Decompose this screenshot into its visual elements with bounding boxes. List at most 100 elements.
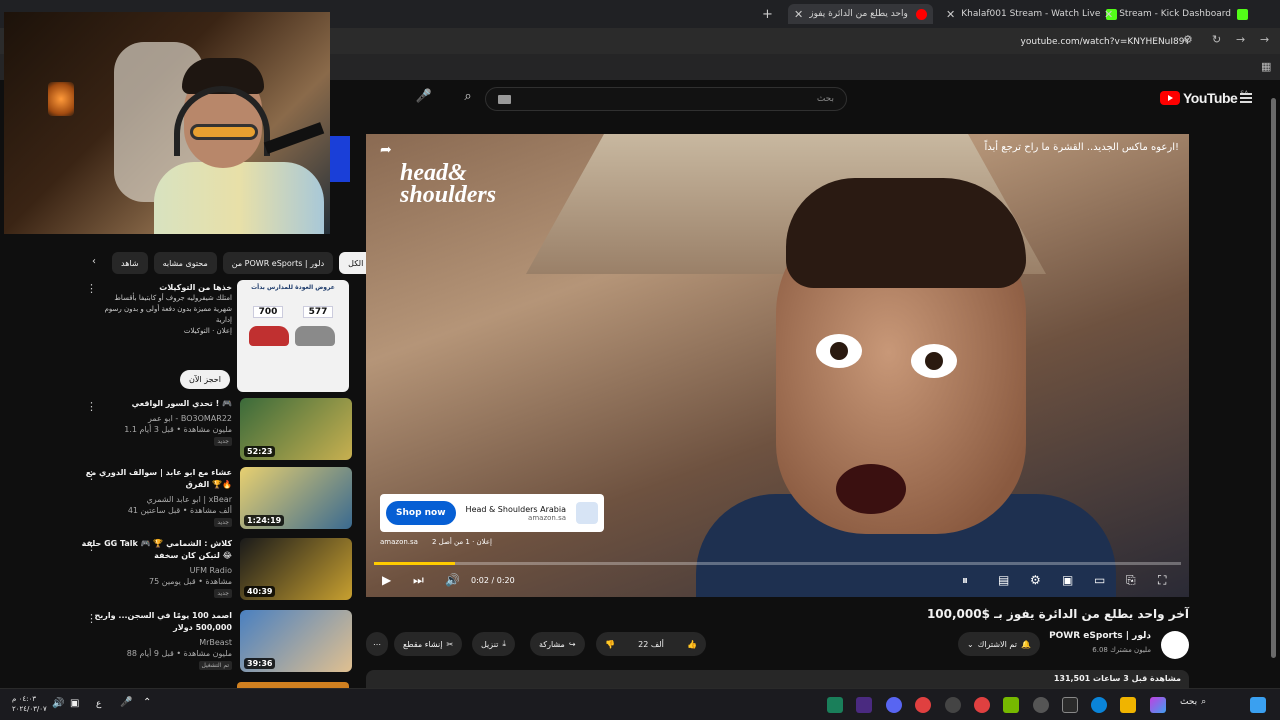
list-item[interactable]: 39:36 اصمد 100 يومًا في السجن... واربح 5… [80, 610, 352, 672]
ad-meta: خذها من التوكيلات امتلك شيفروليه جروف أو… [104, 283, 232, 335]
discord-icon[interactable] [886, 697, 902, 713]
tab-kick-dashboard[interactable]: ✕ Stream - Kick Dashboard [1104, 4, 1231, 24]
video-thumbnail[interactable]: 39:36 [240, 610, 352, 672]
ad-info-line: amazon.sa إعلان · 1 من أصل 2 [380, 538, 492, 546]
ad-progress-bar[interactable] [374, 562, 1181, 565]
close-icon[interactable]: ✕ [946, 8, 955, 21]
actor-hair [786, 178, 1026, 288]
excel-icon[interactable] [827, 697, 843, 713]
miniplayer-icon[interactable]: ▣ [1062, 573, 1073, 587]
close-icon[interactable]: ✕ [794, 8, 803, 21]
more-actions-button[interactable]: ⋯ [366, 632, 388, 656]
search-input[interactable]: بحث [485, 87, 847, 111]
search-icon: ⌕ [1201, 697, 1207, 707]
ad-caption: ارعوه ماكس الجديد.. القشرة ما راح ترجع أ… [984, 142, 1180, 153]
video-title: آخر واحد يطلع من الدائرة يفوز بـ $100,00… [926, 607, 1189, 621]
tab-youtube[interactable]: ✕ آخر واحد يطلع من الدائرة يفوز [788, 4, 933, 24]
glasses [190, 124, 258, 140]
chrome-icon[interactable] [915, 697, 931, 713]
network-icon[interactable]: ▣ [70, 698, 79, 709]
channel-name[interactable]: POWR eSports | دلور [1049, 631, 1151, 641]
volume-icon[interactable]: 🔊 [52, 698, 64, 709]
share-button[interactable]: مشاركة ↪ [530, 632, 585, 656]
youtube-favicon-icon [916, 8, 927, 20]
chrome-icon[interactable] [974, 697, 990, 713]
ad-domain-link[interactable]: amazon.sa [380, 538, 418, 546]
sidebar-ad[interactable]: ⋮ خذها من التوكيلات امتلك شيفروليه جروف … [80, 280, 352, 392]
car-image [249, 326, 289, 346]
windows-start-icon[interactable] [1250, 697, 1266, 713]
subtitles-icon[interactable]: ▤ [998, 573, 1009, 587]
more-options-icon[interactable]: ⋮ [86, 400, 97, 413]
autoplay-toggle-icon[interactable]: ⏸ [962, 573, 968, 588]
voice-search-icon[interactable]: 🎤 [415, 89, 433, 107]
search-icon[interactable]: ⌕ [458, 89, 478, 109]
page-scrollbar[interactable] [1271, 90, 1277, 680]
shop-now-button[interactable]: Shop now [386, 501, 456, 525]
store-icon[interactable] [1062, 697, 1078, 713]
nvidia-icon[interactable] [1003, 697, 1019, 713]
clock[interactable]: ٠٤:٠٣ م ٢٠٢٤/٠٣/٠٧ [12, 694, 47, 714]
more-options-icon[interactable]: ⋮ [86, 469, 97, 482]
close-icon[interactable]: ✕ [1104, 8, 1113, 21]
tab-kick-stream[interactable]: ✕ Khalaf001 Stream - Watch Live [946, 4, 1118, 24]
ad-thumbnail[interactable]: عروض العودة للمدارس بدأت 700 577 [237, 280, 349, 392]
microphone-icon[interactable]: 🎤 [120, 697, 132, 708]
clip-button[interactable]: إنشاء مقطع ✂ [394, 632, 463, 656]
taskbar-search[interactable]: بحث ⌕ [1180, 697, 1206, 707]
more-options-icon[interactable]: ⋮ [86, 612, 97, 625]
chevron-left-icon[interactable]: ‹ [92, 256, 96, 267]
actor-mouth [836, 464, 906, 514]
like-dislike-button[interactable]: 👎 22 ألف 👍 [596, 632, 706, 656]
back-icon[interactable]: → [1260, 33, 1269, 46]
video-player[interactable]: head& shoulders ارعوه ماكس الجديد.. القش… [366, 134, 1189, 597]
video-thumbnail[interactable]: 52:23 [240, 398, 352, 460]
chevron-up-icon[interactable]: ⌃ [143, 697, 151, 708]
new-tab-button[interactable]: + [762, 4, 773, 24]
list-item[interactable]: 40:39 حلقة GG Talk 🎮 🏆 كلاش : الشمامي لت… [80, 538, 352, 600]
channel-avatar[interactable] [1161, 631, 1189, 659]
streamer-shirt [154, 162, 324, 234]
next-icon[interactable]: ⏭ [413, 573, 424, 588]
fullscreen-icon[interactable]: ⛶ [1158, 573, 1166, 588]
cast-icon[interactable]: ⎘ [1126, 573, 1136, 588]
apps-grid-icon[interactable]: ▦ [1261, 60, 1271, 73]
more-options-icon[interactable]: ⋮ [86, 540, 97, 553]
reload-icon[interactable]: ↻ [1212, 33, 1221, 46]
copilot-icon[interactable] [1150, 697, 1166, 713]
description-box[interactable]: 131,501 مشاهدة قبل 3 ساعات [366, 670, 1189, 690]
next-app-icon[interactable] [856, 697, 872, 713]
subscriber-count: 6.08 مليون مشترك [1092, 646, 1151, 654]
language-indicator[interactable]: ع [96, 699, 101, 709]
play-icon[interactable]: ▶ [382, 573, 391, 587]
list-item[interactable]: 1:24:19 عشاء مع ابو عابد | سوالف الدوري … [80, 467, 352, 529]
chip-channel[interactable]: من POWR eSports | دلور [222, 252, 334, 274]
share-arrow-icon[interactable]: ➦ [380, 142, 392, 158]
obs-icon[interactable] [945, 697, 961, 713]
more-options-icon[interactable]: ⋮ [86, 282, 97, 295]
youtube-logo[interactable]: YouTube SA [1160, 90, 1248, 106]
edge-icon[interactable] [1091, 697, 1107, 713]
subscribed-button[interactable]: ⌄ تم الاشتراك 🔔 [958, 632, 1040, 656]
list-item[interactable]: 52:23 تحدي السور الواقعي ! 🎮 ابو عمر - B… [80, 398, 352, 460]
volume-icon[interactable]: 🔊 [445, 573, 460, 587]
video-thumbnail[interactable]: 1:24:19 [240, 467, 352, 529]
like-icon[interactable]: 👍 [687, 640, 697, 649]
settings-icon[interactable] [1033, 697, 1049, 713]
dislike-icon[interactable]: 👎 [605, 640, 615, 649]
menu-icon[interactable] [1240, 93, 1252, 103]
url-field[interactable]: youtube.com/watch?v=KNYHENuI89Y [1021, 37, 1190, 47]
file-explorer-icon[interactable] [1120, 697, 1136, 713]
settings-icon[interactable]: ⚙ [1030, 573, 1041, 587]
scrollbar-thumb[interactable] [1271, 98, 1276, 658]
download-button[interactable]: تنزيل ⤓ [472, 632, 515, 656]
forward-icon[interactable]: → [1236, 33, 1245, 46]
keyboard-icon[interactable] [498, 94, 511, 104]
tune-icon[interactable]: ⚙ [1183, 33, 1193, 46]
video-thumbnail[interactable]: 40:39 [240, 538, 352, 600]
ad-cta-card[interactable]: Shop now Head & Shoulders Arabia amazon.… [380, 494, 604, 532]
chip-watched[interactable]: شاهد [112, 252, 148, 274]
chip-related[interactable]: محتوى مشابه [153, 252, 217, 274]
theater-mode-icon[interactable]: ▭ [1094, 573, 1105, 587]
book-now-button[interactable]: احجز الآن [180, 370, 230, 389]
